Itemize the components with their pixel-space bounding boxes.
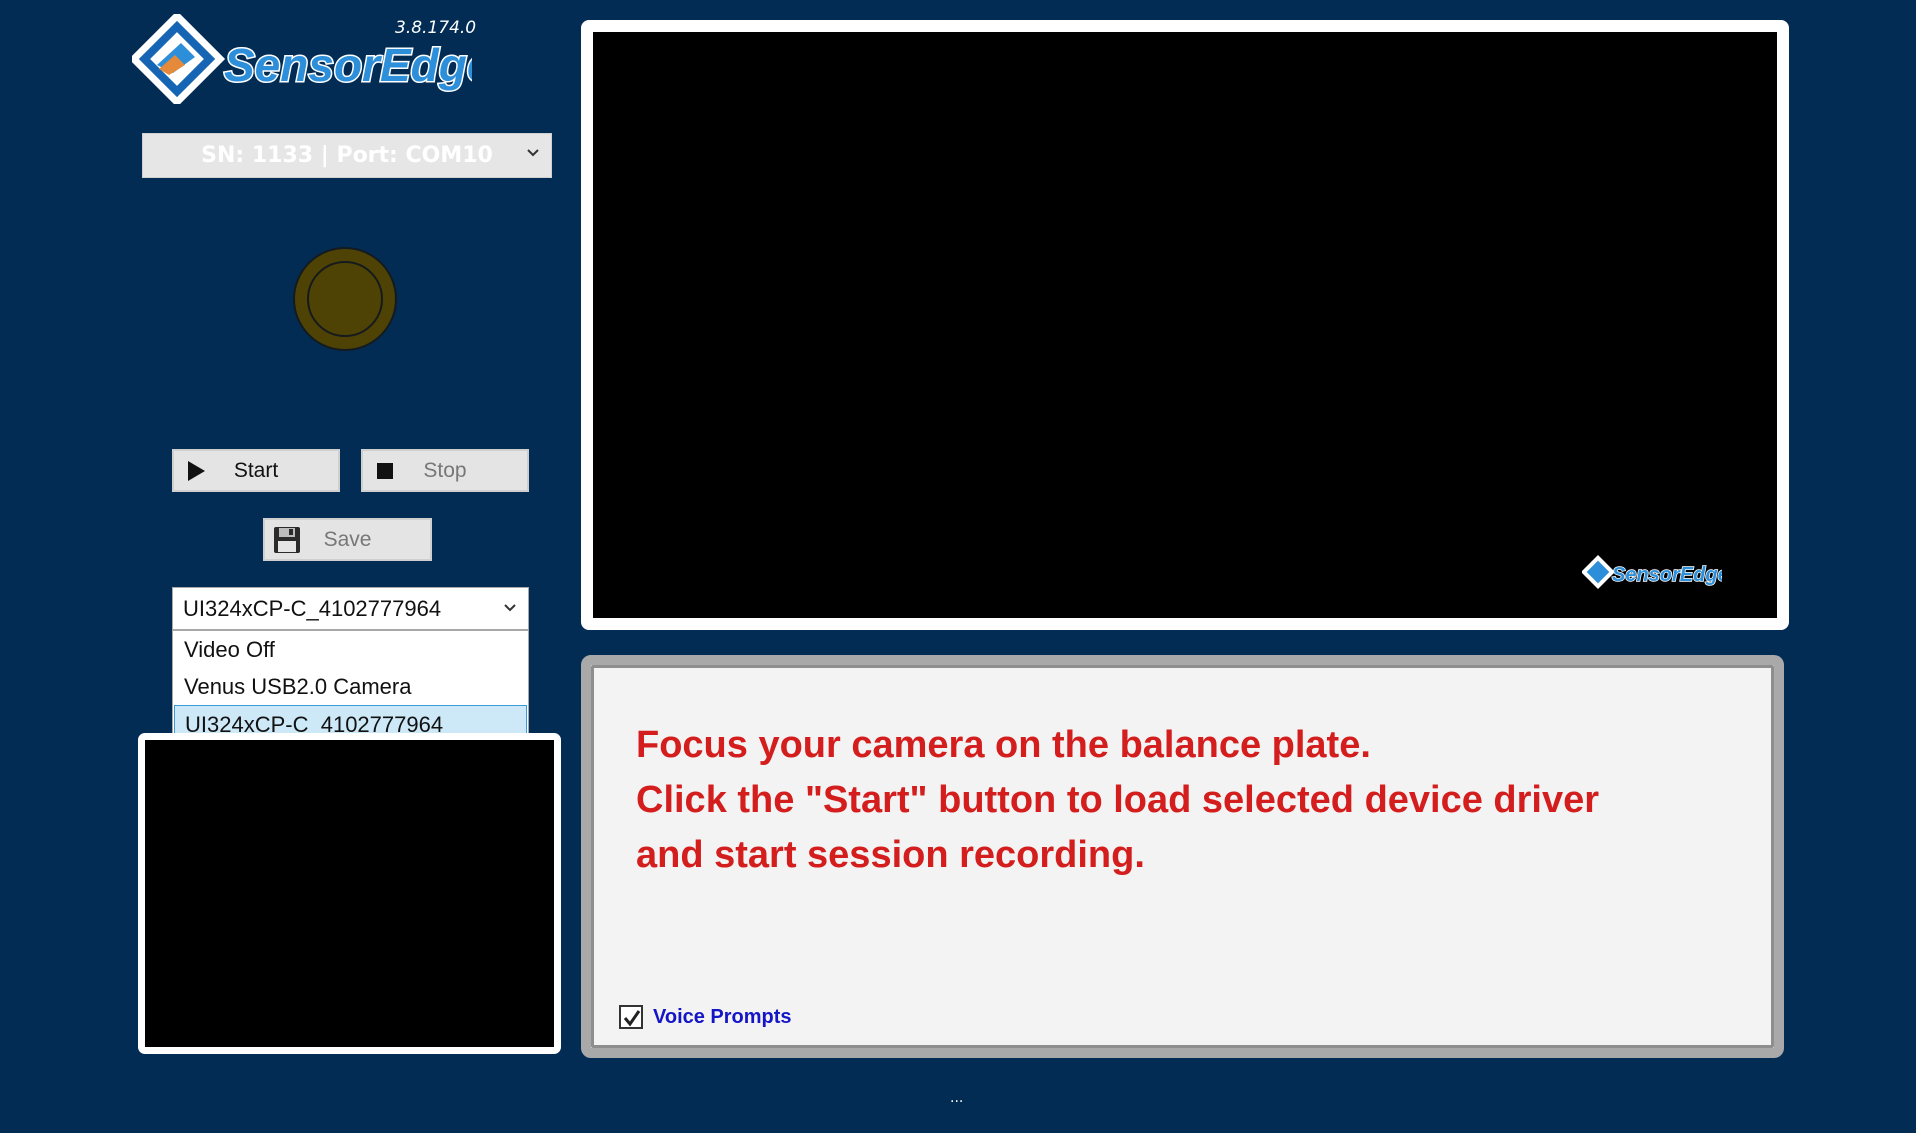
voice-prompts-checkbox[interactable] (619, 1005, 643, 1029)
instruction-panel: Focus your camera on the balance plate. … (581, 655, 1784, 1058)
stop-icon (377, 463, 393, 479)
start-button-label: Start (233, 458, 279, 482)
svg-text:SensorEdge: SensorEdge (1612, 564, 1722, 586)
main-video-panel (581, 20, 1789, 630)
camera-option-venus-usb[interactable]: Venus USB2.0 Camera (174, 668, 527, 705)
play-icon (188, 461, 205, 481)
sensoredge-watermark-icon: SensorEdge (1581, 555, 1729, 589)
start-button[interactable]: Start (172, 449, 340, 492)
instruction-panel-inner: Focus your camera on the balance plate. … (591, 665, 1774, 1048)
device-select[interactable]: SN: 1133 | Port: COM10 (142, 133, 552, 178)
instruction-line: and start session recording. (636, 834, 1145, 876)
camera-preview-panel (138, 733, 561, 1054)
stop-button[interactable]: Stop (361, 449, 529, 492)
voice-prompts-row[interactable]: Voice Prompts (619, 1005, 792, 1029)
camera-option-video-off[interactable]: Video Off (174, 631, 527, 668)
instruction-message: Focus your camera on the balance plate. … (636, 718, 1756, 883)
save-button-label: Save (323, 527, 372, 551)
chevron-down-icon (504, 604, 516, 612)
status-indicator-ring (307, 261, 383, 337)
device-select-value: SN: 1133 | Port: COM10 (201, 143, 493, 168)
version-label: 3.8.174.0 (395, 18, 477, 38)
instruction-line: Click the "Start" button to load selecte… (636, 779, 1600, 821)
stop-button-label: Stop (423, 458, 467, 482)
voice-prompts-label: Voice Prompts (653, 1005, 792, 1028)
floppy-disk-icon (274, 527, 300, 553)
status-text: ... (950, 1090, 964, 1106)
chevron-down-icon (527, 149, 539, 157)
camera-dropdown-list: Video Off Venus USB2.0 Camera UI324xCP-C… (172, 630, 529, 744)
svg-text:SensorEdge: SensorEdge (224, 39, 472, 91)
save-button[interactable]: Save (263, 518, 432, 561)
checkmark-icon (623, 1010, 641, 1027)
camera-select-value: UI324xCP-C_4102777964 (183, 596, 442, 621)
video-watermark-logo: SensorEdge (1581, 552, 1729, 592)
camera-select[interactable]: UI324xCP-C_4102777964 (172, 587, 529, 630)
instruction-line: Focus your camera on the balance plate. (636, 724, 1371, 766)
